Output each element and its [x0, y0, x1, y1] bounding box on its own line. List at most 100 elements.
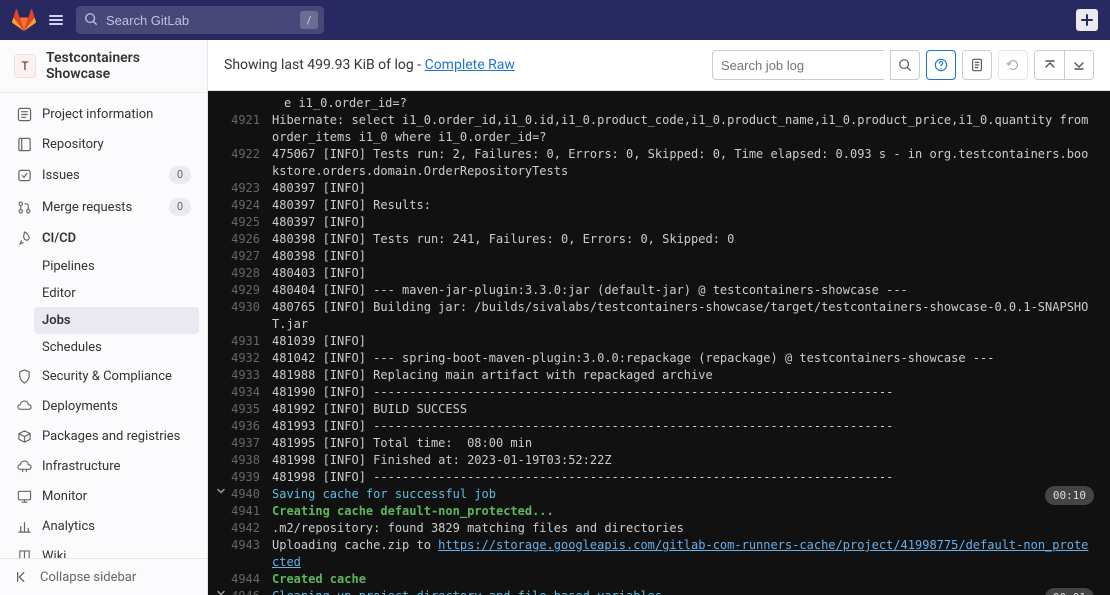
collapse-sidebar-button[interactable]: Collapse sidebar — [0, 558, 207, 595]
chevron-down-icon — [216, 282, 230, 299]
sidebar-item-jobs[interactable]: Jobs — [34, 307, 199, 334]
section-duration-badge: 00:01 — [1045, 588, 1094, 595]
sidebar-item-editor[interactable]: Editor — [34, 280, 199, 307]
issues-count-badge: 0 — [169, 166, 191, 184]
issues-icon — [16, 167, 32, 183]
log-line-number[interactable]: 4933 — [230, 367, 272, 384]
sidebar-item-security[interactable]: Security & Compliance — [8, 361, 199, 391]
chevron-down-icon — [216, 231, 230, 248]
log-line: 4934481990 [INFO] ----------------------… — [208, 384, 1110, 401]
sidebar-item-deployments[interactable]: Deployments — [8, 391, 199, 421]
chevron-down-icon[interactable] — [216, 486, 230, 503]
search-input[interactable] — [76, 6, 324, 34]
log-line-text: Saving cache for successful job — [272, 486, 1094, 503]
log-line-number[interactable]: 4930 — [230, 299, 272, 333]
infra-icon — [16, 458, 32, 474]
sidebar-item-issues[interactable]: Issues 0 — [8, 159, 199, 191]
job-log-search-button[interactable] — [890, 50, 920, 80]
log-line-number[interactable]: 4924 — [230, 197, 272, 214]
sidebar-item-pipelines[interactable]: Pipelines — [34, 253, 199, 280]
log-line-number[interactable]: 4937 — [230, 435, 272, 452]
log-line-number[interactable]: 4934 — [230, 384, 272, 401]
sidebar-item-infrastructure[interactable]: Infrastructure — [8, 451, 199, 481]
log-line-number[interactable]: 4931 — [230, 333, 272, 350]
sidebar: T Testcontainers Showcase Project inform… — [0, 40, 208, 595]
log-line: 4925480397 [INFO] — [208, 214, 1110, 231]
scroll-bottom-button[interactable] — [1064, 50, 1094, 80]
log-line-number[interactable]: 4925 — [230, 214, 272, 231]
nav-label: Pipelines — [42, 259, 191, 274]
log-line-text: 480765 [INFO] Building jar: /builds/siva… — [272, 299, 1094, 333]
menu-icon[interactable] — [48, 12, 64, 28]
sidebar-item-packages[interactable]: Packages and registries — [8, 421, 199, 451]
job-log-pane[interactable]: e i1_0.order_id=?4921Hibernate: select i… — [208, 91, 1110, 595]
log-line-text: 480403 [INFO] — [272, 265, 1094, 282]
sidebar-item-repository[interactable]: Repository — [8, 129, 199, 159]
log-line: 4941Creating cache default-non_protected… — [208, 503, 1110, 520]
sidebar-item-schedules[interactable]: Schedules — [34, 334, 199, 361]
info-icon — [16, 106, 32, 122]
log-line-number[interactable]: 4944 — [230, 571, 272, 588]
project-avatar: T — [14, 54, 36, 78]
collapse-label: Collapse sidebar — [40, 570, 136, 585]
log-line-number[interactable]: 4923 — [230, 180, 272, 197]
log-link[interactable]: https://storage.googleapis.com/gitlab-co… — [272, 538, 1088, 569]
chevron-down-icon — [216, 469, 230, 486]
log-line-number[interactable]: 4935 — [230, 401, 272, 418]
sidebar-item-monitor[interactable]: Monitor — [8, 481, 199, 511]
gitlab-logo[interactable] — [12, 8, 36, 32]
log-line: 4921Hibernate: select i1_0.order_id,i1_0… — [208, 112, 1110, 146]
nav-label: Infrastructure — [42, 459, 191, 474]
complete-raw-link[interactable]: Complete Raw — [425, 57, 515, 73]
log-line-number[interactable]: 4943 — [230, 537, 272, 571]
analytics-icon — [16, 518, 32, 534]
log-line: 4946Cleaning up project directory and fi… — [208, 588, 1110, 595]
chevron-down-icon[interactable] — [216, 588, 230, 595]
log-line-number[interactable]: 4932 — [230, 350, 272, 367]
chevron-down-icon — [216, 435, 230, 452]
log-line: 4928480403 [INFO] — [208, 265, 1110, 282]
log-line-number[interactable]: 4921 — [230, 112, 272, 146]
log-line-number[interactable]: 4927 — [230, 248, 272, 265]
log-line-number[interactable]: 4922 — [230, 146, 272, 180]
raw-log-button[interactable] — [962, 50, 992, 80]
scroll-top-button[interactable] — [1034, 50, 1064, 80]
chevron-down-icon — [216, 367, 230, 384]
main-content: Showing last 499.93 KiB of log - Complet… — [208, 40, 1110, 595]
global-search: / — [76, 6, 324, 34]
log-line-number[interactable]: 4926 — [230, 231, 272, 248]
project-header[interactable]: T Testcontainers Showcase — [0, 40, 207, 93]
retry-button — [998, 50, 1028, 80]
sidebar-item-project-info[interactable]: Project information — [8, 99, 199, 129]
log-line-number[interactable]: 4942 — [230, 520, 272, 537]
nav-label: Monitor — [42, 489, 191, 504]
rocket-icon — [16, 230, 32, 246]
log-line-number[interactable]: 4941 — [230, 503, 272, 520]
sidebar-item-wiki[interactable]: Wiki — [8, 541, 199, 558]
log-line-number[interactable]: 4929 — [230, 282, 272, 299]
sidebar-item-analytics[interactable]: Analytics — [8, 511, 199, 541]
log-line-text: Hibernate: select i1_0.order_id,i1_0.id,… — [272, 112, 1094, 146]
job-log-search-input[interactable] — [712, 50, 884, 80]
job-log-search — [712, 50, 884, 80]
log-line-number[interactable]: 4938 — [230, 452, 272, 469]
nav-label: Editor — [42, 286, 191, 301]
log-line-number[interactable]: 4928 — [230, 265, 272, 282]
log-line-number[interactable]: 4940 — [230, 486, 272, 503]
chevron-down-icon — [216, 418, 230, 435]
log-line-number[interactable] — [230, 95, 272, 112]
log-line-text: 481039 [INFO] — [272, 333, 1094, 350]
log-line-number[interactable]: 4936 — [230, 418, 272, 435]
log-line: 4926480398 [INFO] Tests run: 241, Failur… — [208, 231, 1110, 248]
chevron-down-icon — [216, 197, 230, 214]
log-line-number[interactable]: 4939 — [230, 469, 272, 486]
log-line-number[interactable]: 4946 — [230, 588, 272, 595]
nav-label: Schedules — [42, 340, 191, 355]
nav-label: Merge requests — [42, 200, 159, 215]
sidebar-item-cicd[interactable]: CI/CD — [8, 223, 199, 253]
help-button[interactable] — [926, 50, 956, 80]
new-button[interactable] — [1076, 9, 1098, 31]
nav-label: Security & Compliance — [42, 369, 191, 384]
chevron-down-icon — [216, 537, 230, 571]
sidebar-item-merge-requests[interactable]: Merge requests 0 — [8, 191, 199, 223]
